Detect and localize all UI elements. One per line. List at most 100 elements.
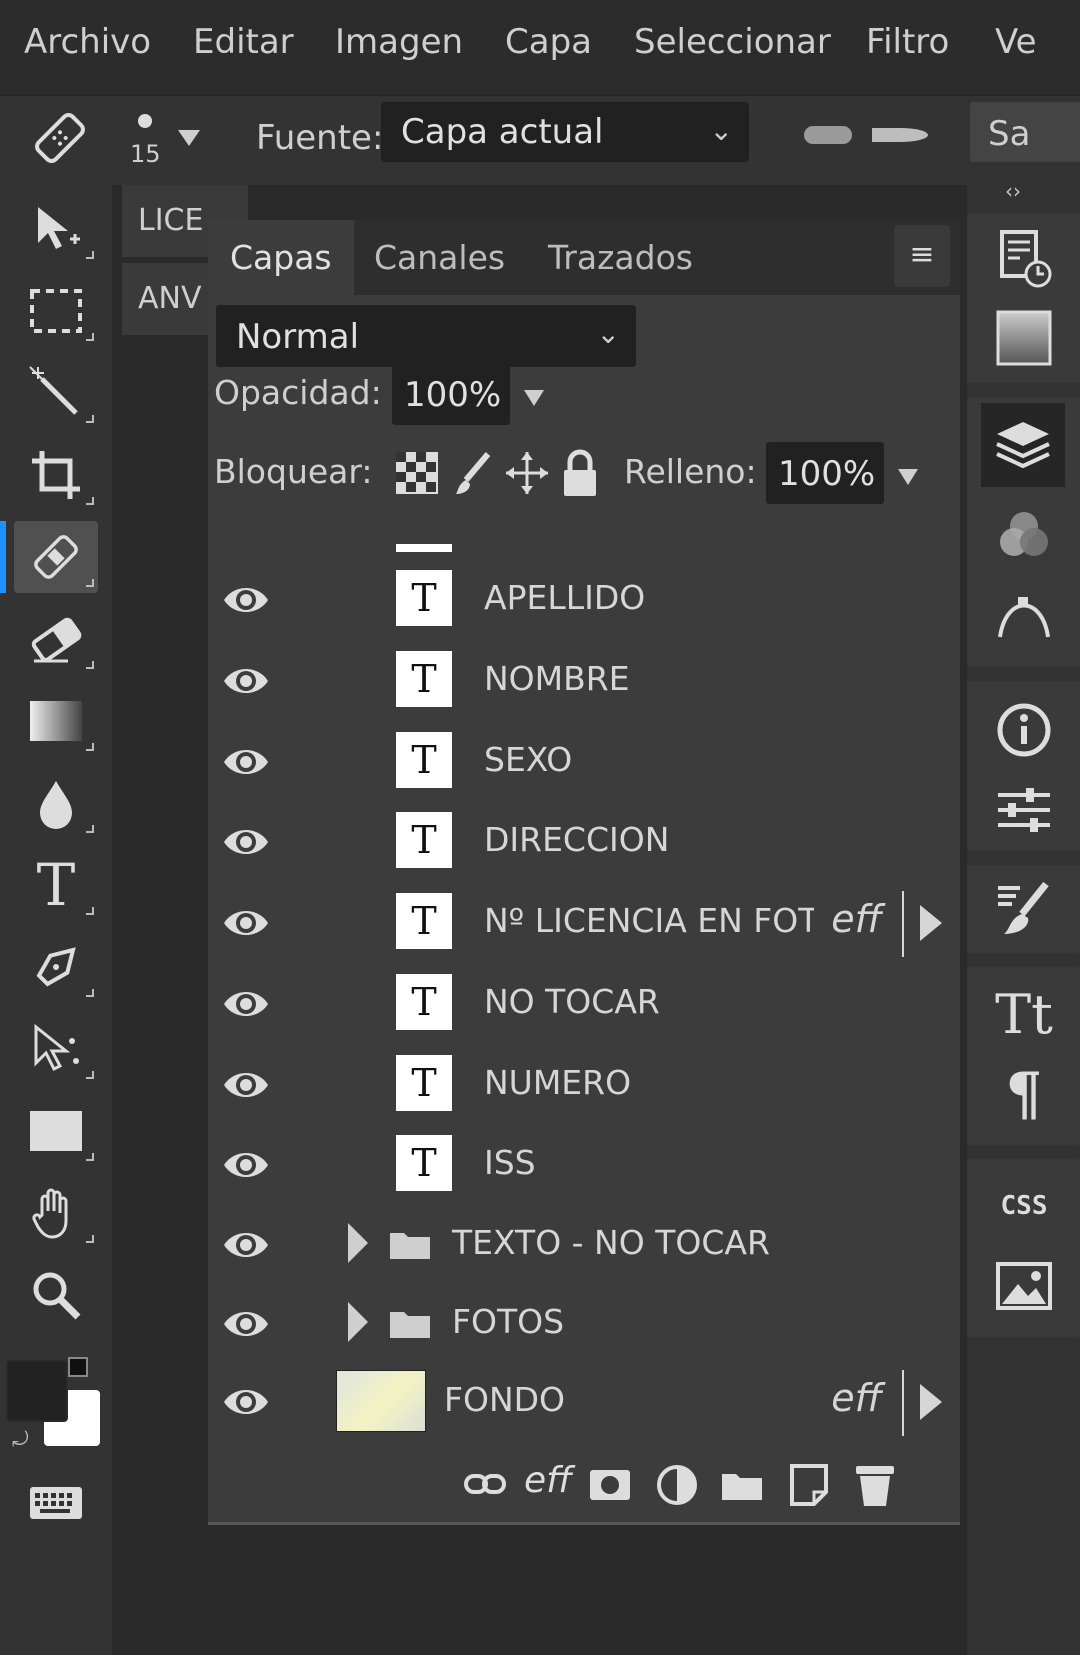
layer-row[interactable]: T NOMBRE [208,641,960,721]
expand-effects-icon[interactable] [920,905,942,941]
hard-brush-icon[interactable] [872,128,928,142]
paths-curve-icon[interactable] [991,583,1057,649]
pen-tool[interactable] [14,931,98,1003]
source-select[interactable]: Capa actual ⌄ [381,102,749,162]
visibility-eye-icon[interactable] [222,1380,270,1424]
visibility-eye-icon[interactable] [222,1302,270,1346]
blend-mode-select[interactable]: Normal ⌄ [216,305,636,367]
menu-filtro[interactable]: Filtro [866,22,949,62]
layer-name: DIRECCION [484,820,670,859]
eraser-tool[interactable] [14,603,98,675]
zoom-tool[interactable] [14,1259,98,1331]
swatches-gradient-icon[interactable] [991,305,1057,371]
visibility-eye-icon[interactable] [222,820,270,864]
character-icon[interactable]: Tt [991,981,1057,1047]
path-selection-tool[interactable] [14,1013,98,1085]
visibility-eye-icon[interactable] [222,740,270,784]
channels-icon[interactable] [991,501,1057,567]
mask-icon[interactable] [588,1468,632,1506]
gradient-tool[interactable] [14,685,98,757]
default-colors-icon[interactable] [68,1357,88,1377]
menu-editar[interactable]: Editar [193,22,294,62]
menu-seleccionar[interactable]: Seleccionar [634,22,831,62]
visibility-eye-icon[interactable] [222,1143,270,1187]
layer-row[interactable]: T ISS [208,1125,960,1205]
visibility-eye-icon[interactable] [222,982,270,1026]
brush-dropdown-icon[interactable] [178,130,200,146]
history-icon[interactable] [991,225,1057,291]
layer-row[interactable]: T SEXO [208,722,960,802]
opacity-dropdown-icon[interactable] [524,390,544,406]
expand-effects-icon[interactable] [920,1384,942,1420]
hand-tool[interactable] [14,1177,98,1249]
info-icon[interactable] [991,697,1057,763]
layer-name: Nº LICENCIA EN FOT [484,901,814,940]
layer-row[interactable]: T NUMERO [208,1045,960,1125]
layer-row[interactable]: TEXTO - NO TOCAR [208,1205,960,1285]
menu-capa[interactable]: Capa [505,22,592,62]
layer-row[interactable]: T DIRECCION [208,802,960,882]
brush-size[interactable]: 15 [130,140,161,168]
lock-transparency-icon[interactable] [396,452,438,494]
new-group-folder-icon[interactable] [720,1468,764,1506]
tab-canales[interactable]: Canales [352,220,527,295]
crop-tool[interactable] [14,439,98,511]
paragraph-icon[interactable]: ¶ [991,1060,1057,1128]
css-icon[interactable]: CSS [991,1173,1057,1239]
fill-dropdown-icon[interactable] [898,469,918,485]
menu-ver[interactable]: Ve [995,22,1037,62]
healing-tool[interactable] [14,521,98,593]
layer-row[interactable]: FOTOS [208,1284,960,1364]
layers-icon[interactable] [981,403,1065,487]
expand-caret-icon[interactable] [348,1223,368,1263]
sample-button[interactable]: Sa [970,102,1080,162]
path-select-arrow-icon [34,1023,79,1072]
visibility-eye-icon[interactable] [222,1063,270,1107]
soft-brush-icon[interactable] [804,126,852,144]
tools-panel: T ⤾ [0,185,112,1655]
link-icon[interactable] [464,1472,506,1500]
visibility-eye-icon[interactable] [222,659,270,703]
marquee-tool[interactable] [14,275,98,347]
lock-all-icon[interactable] [560,448,600,498]
visibility-eye-icon[interactable] [222,1223,270,1267]
lock-pixels-brush-icon[interactable] [454,450,494,496]
keyboard-button[interactable] [14,1467,98,1539]
pen-nib-icon [36,947,76,987]
visibility-eye-icon[interactable] [222,901,270,945]
tab-trazados[interactable]: Trazados [526,220,715,295]
tab-capas[interactable]: Capas [208,220,354,295]
move-tool[interactable] [14,193,98,265]
visibility-eye-icon[interactable] [222,578,270,622]
collapse-dock-icon[interactable]: ‹› [1005,179,1021,203]
panel-menu-icon[interactable]: ≡ [894,225,950,287]
layer-row[interactable]: FONDO eff [208,1362,960,1442]
healing-brush-icon[interactable] [28,106,92,170]
chevron-down-icon: ⌄ [596,317,620,350]
menu-archivo[interactable]: Archivo [24,22,151,62]
blur-tool[interactable] [14,767,98,839]
menu-imagen[interactable]: Imagen [335,22,463,62]
new-layer-icon[interactable] [788,1462,830,1510]
effects-icon[interactable]: eff [524,1460,572,1501]
foreground-color-swatch[interactable] [6,1360,68,1422]
layer-row[interactable]: T Nº LICENCIA EN FOT eff [208,883,960,963]
layer-row[interactable]: T NO TOCAR [208,964,960,1044]
delete-layer-trash-icon[interactable] [854,1462,896,1512]
lock-position-move-icon[interactable] [504,450,550,496]
adjustment-layer-icon[interactable] [656,1464,698,1510]
fill-input[interactable]: 100% [766,442,884,504]
shape-tool[interactable] [14,1095,98,1167]
magic-wand-tool[interactable] [14,357,98,429]
expand-caret-icon[interactable] [348,1302,368,1342]
opacity-input[interactable]: 100% [392,363,510,425]
layer-effects-badge[interactable]: eff [831,897,882,941]
layer-name: NO TOCAR [484,982,660,1021]
adjustments-sliders-icon[interactable] [991,777,1057,843]
type-tool[interactable]: T [14,849,98,921]
swap-colors-icon[interactable]: ⤾ [12,1427,29,1451]
image-icon[interactable] [991,1253,1057,1319]
brush-settings-icon[interactable] [991,875,1057,941]
layer-row[interactable]: T APELLIDO [208,560,960,640]
layer-effects-badge[interactable]: eff [831,1376,882,1420]
